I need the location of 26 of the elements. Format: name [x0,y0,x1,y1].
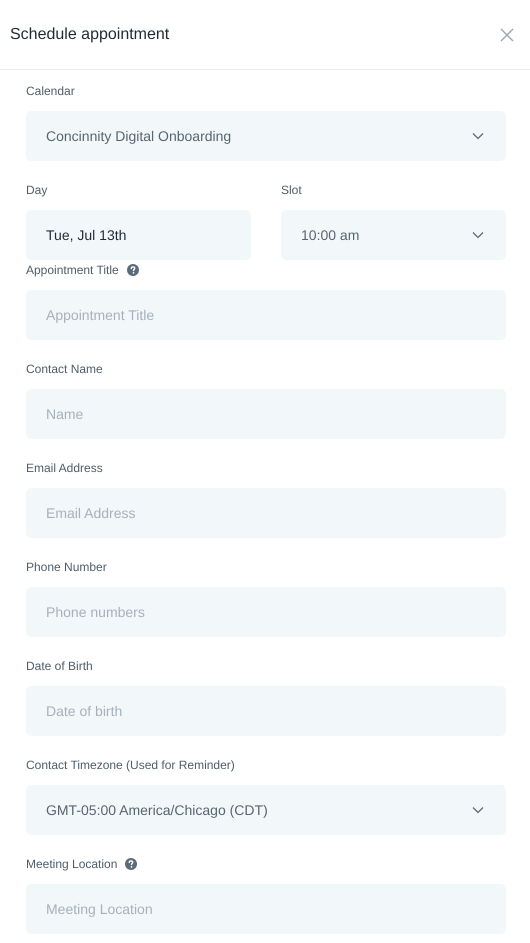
field-label: Phone Number [26,560,107,574]
field-label: Email Address [26,461,103,475]
field-label: Meeting Location [26,857,118,871]
field-label: Contact Timezone (Used for Reminder) [26,758,235,772]
field-label: Day [26,183,48,197]
input-field[interactable]: Phone numbers [26,587,506,637]
input-field[interactable]: Name [26,389,506,439]
field-label: Contact Name [26,362,103,376]
help-icon[interactable] [125,858,138,870]
chevron-down-icon [472,231,484,239]
field-label: Date of Birth [26,659,93,673]
dialog-title: Schedule appointment [10,26,170,44]
help-icon[interactable] [126,264,139,276]
input-field[interactable]: Email Address [26,488,506,538]
input-field[interactable]: Meeting Location [26,884,506,934]
chevron-down-icon [472,132,484,140]
select-field[interactable]: 10:00 am [281,210,506,260]
input-field[interactable]: Date of birth [26,686,506,736]
select-field[interactable]: Concinnity Digital Onboarding [26,111,506,161]
field-label: Calendar [26,84,75,98]
select-field[interactable]: GMT-05:00 America/Chicago (CDT) [26,785,506,835]
input-field[interactable]: Tue, Jul 13th [26,210,251,260]
input-field[interactable]: Appointment Title [26,290,506,340]
field-label: Slot [281,183,302,197]
field-label: Appointment Title [26,263,119,277]
chevron-down-icon [472,806,484,814]
